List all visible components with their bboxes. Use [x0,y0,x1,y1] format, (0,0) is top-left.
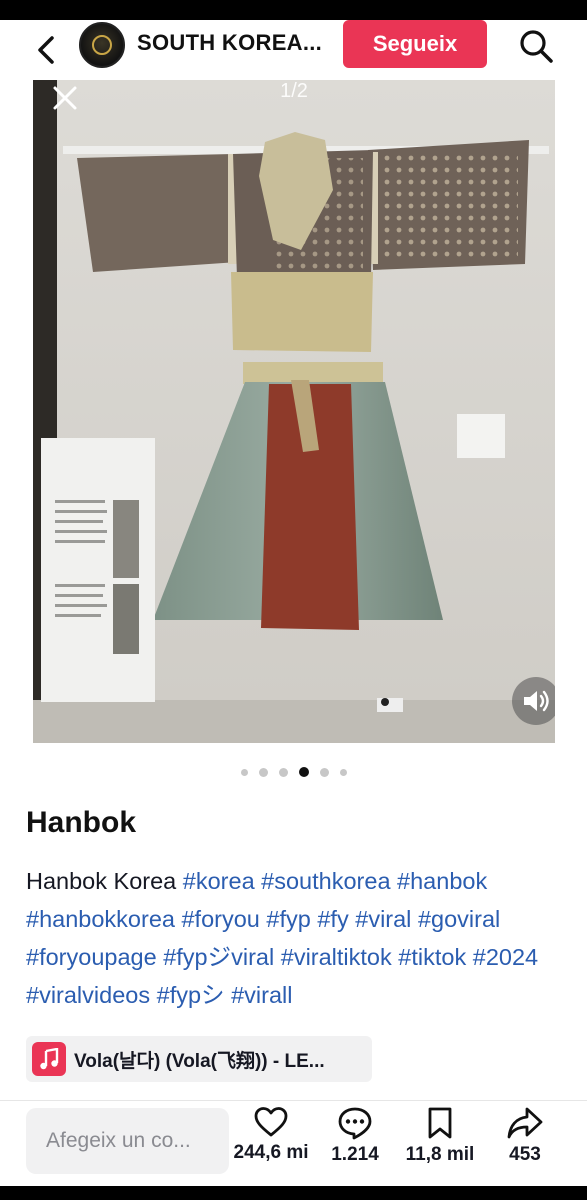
sound-link[interactable]: Vola(날다) (Vola(飞翔)) - LE... [26,1036,372,1082]
like-button[interactable]: 244,6 mi [229,1106,313,1164]
speaker-icon [524,690,549,712]
save-count: 11,8 mil [405,1144,475,1165]
share-count: 453 [509,1144,541,1165]
top-bar: SOUTH KOREA... Segueix [0,20,587,80]
comment-button[interactable]: 1.214 [322,1106,388,1166]
hashtag[interactable]: #hanbok [397,868,487,894]
bookmark-icon [428,1107,452,1139]
hashtag[interactable]: #fy [317,906,348,932]
save-button[interactable]: 11,8 mil [400,1106,480,1166]
carousel-dot[interactable] [258,767,268,777]
sound-title: Vola(날다) (Vola(飞翔)) - LE... [74,1050,325,1072]
page-counter: 1/2 [280,80,308,102]
volume-button[interactable] [512,677,555,725]
carousel-dot[interactable] [319,767,329,777]
avatar-emblem-icon [92,35,112,55]
hashtag[interactable]: #korea [183,868,255,894]
comment-count: 1.214 [331,1144,379,1165]
hashtag[interactable]: #southkorea [261,868,390,894]
hashtag[interactable]: #2024 [473,944,538,970]
hanbok-photo [33,80,555,743]
search-button[interactable] [512,24,560,68]
carousel-dot-active[interactable] [298,767,309,777]
hashtag[interactable]: #tiktok [398,944,466,970]
hashtag[interactable]: #fypジviral [163,944,274,970]
system-nav-bar [0,1186,587,1200]
hashtag[interactable]: #goviral [418,906,500,932]
share-button[interactable]: 453 [494,1106,556,1166]
hashtag[interactable]: #fyp [266,906,310,932]
music-note-icon [32,1042,66,1076]
post-title: Hanbok [26,806,137,839]
comment-input[interactable]: Afegeix un co... [26,1108,229,1174]
share-arrow-icon [507,1107,543,1139]
hashtag[interactable]: #viraltiktok [281,944,392,970]
hashtag[interactable]: #viralvideos [26,982,150,1008]
hashtag[interactable]: #viral [355,906,411,932]
chevron-left-icon [38,36,54,64]
post-caption: Hanbok Korea #korea #southkorea #hanbok … [26,862,566,1014]
hashtag[interactable]: #hanbokkorea [26,906,175,932]
heart-icon [254,1107,288,1137]
hashtag[interactable]: #foryou [181,906,259,932]
carousel-dot[interactable] [240,768,248,776]
back-button[interactable] [26,28,66,72]
search-icon [520,30,553,63]
comment-bubble-icon [338,1107,372,1140]
carousel-dot[interactable] [278,767,288,777]
account-avatar[interactable] [79,22,125,68]
account-name[interactable]: SOUTH KOREA... [137,30,337,56]
caption-text: Hanbok Korea [26,868,177,894]
status-bar [0,0,587,20]
hashtag[interactable]: #fypシ [157,982,225,1008]
like-count: 244,6 mi [233,1142,309,1163]
hashtag[interactable]: #virall [231,982,292,1008]
hashtag[interactable]: #foryoupage [26,944,157,970]
divider [0,1100,587,1101]
post-media[interactable]: 1/2 [33,80,555,743]
carousel-indicator [0,765,587,779]
follow-button[interactable]: Segueix [343,20,487,68]
carousel-dot[interactable] [339,768,347,776]
